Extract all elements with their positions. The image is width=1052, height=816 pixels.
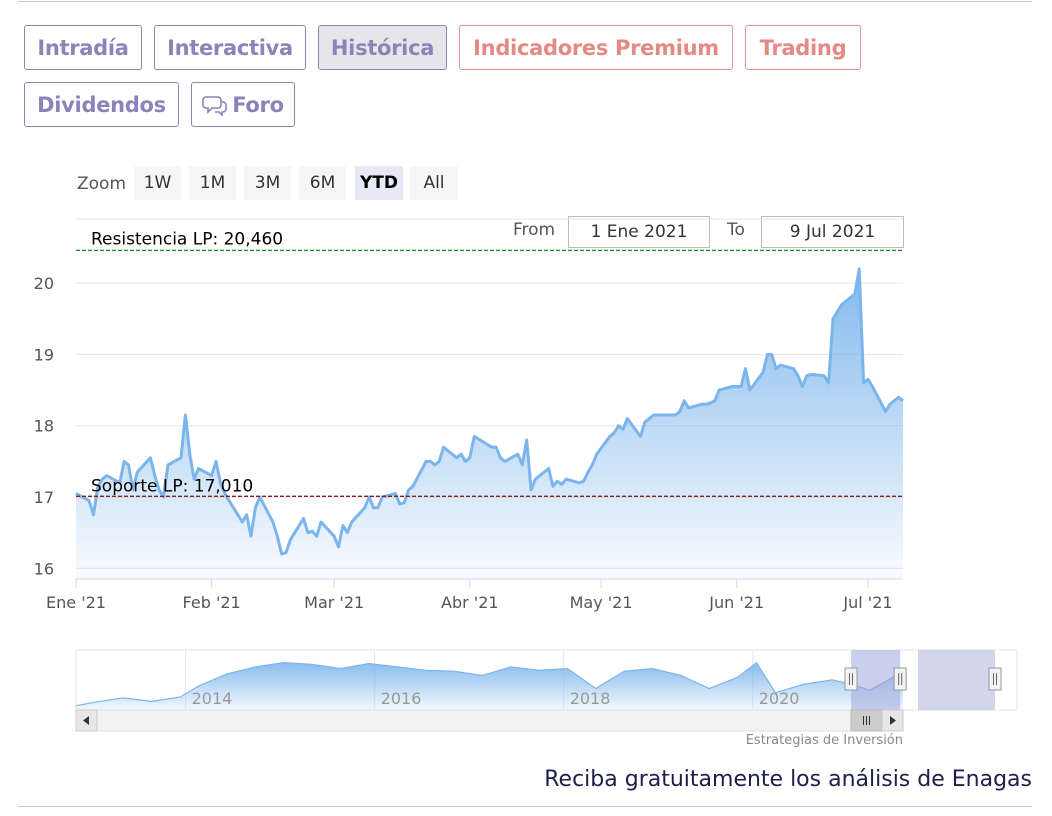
navigator-selection-extent: [918, 650, 995, 710]
y-tick-label: 17: [34, 488, 54, 507]
navigator-tick-label: 2018: [570, 689, 611, 708]
x-tick-label: Feb '21: [183, 593, 241, 612]
scroll-right-arrow[interactable]: [881, 709, 904, 732]
y-tick-label: 18: [34, 417, 54, 436]
resistance-label: Resistencia LP: 20,460: [91, 229, 283, 249]
price-area: [76, 268, 903, 579]
x-axis-ticks: Ene '21 Feb '21 Mar '21 Abr '21 May '21 Jun '…: [46, 579, 893, 612]
x-tick-label: May '21: [570, 593, 633, 612]
navigator-extra-handle[interactable]: [988, 667, 1002, 691]
navigator-selection[interactable]: [851, 650, 901, 710]
y-axis-ticks: 16 17 18 19 20: [34, 274, 54, 578]
handle-body: [893, 667, 907, 691]
scrollbar-track[interactable]: [75, 709, 904, 732]
scrollbar[interactable]: [75, 709, 904, 732]
navigator-tick-label: 2014: [192, 689, 233, 708]
x-tick-label: Ene '21: [46, 593, 106, 612]
navigator[interactable]: 2014 2016 2018 2020: [75, 649, 1018, 711]
scroll-left-arrow[interactable]: [75, 709, 98, 732]
navigator-right-handle[interactable]: [893, 667, 907, 691]
y-tick-label: 16: [34, 559, 54, 578]
navigator-left-handle[interactable]: [844, 667, 858, 691]
bottom-divider: [18, 806, 1032, 807]
x-tick-label: Mar '21: [304, 593, 364, 612]
handle-body: [844, 667, 858, 691]
navigator-tick-label: 2020: [759, 689, 800, 708]
chart-credit[interactable]: Estrategias de Inversión: [746, 733, 903, 748]
price-chart: 16 17 18 19 20 Resistencia LP: 20,460 Soport…: [34, 218, 1018, 732]
x-tick-label: Jul '21: [842, 593, 892, 612]
newsletter-cta[interactable]: Reciba gratuitamente los análisis de Ena…: [544, 767, 1032, 792]
y-tick-label: 20: [34, 274, 54, 293]
y-tick-label: 19: [34, 345, 54, 364]
navigator-tick-label: 2016: [381, 689, 422, 708]
x-tick-label: Abr '21: [441, 593, 499, 612]
x-tick-label: Jun '21: [708, 593, 764, 612]
support-label: Soporte LP: 17,010: [91, 476, 253, 496]
